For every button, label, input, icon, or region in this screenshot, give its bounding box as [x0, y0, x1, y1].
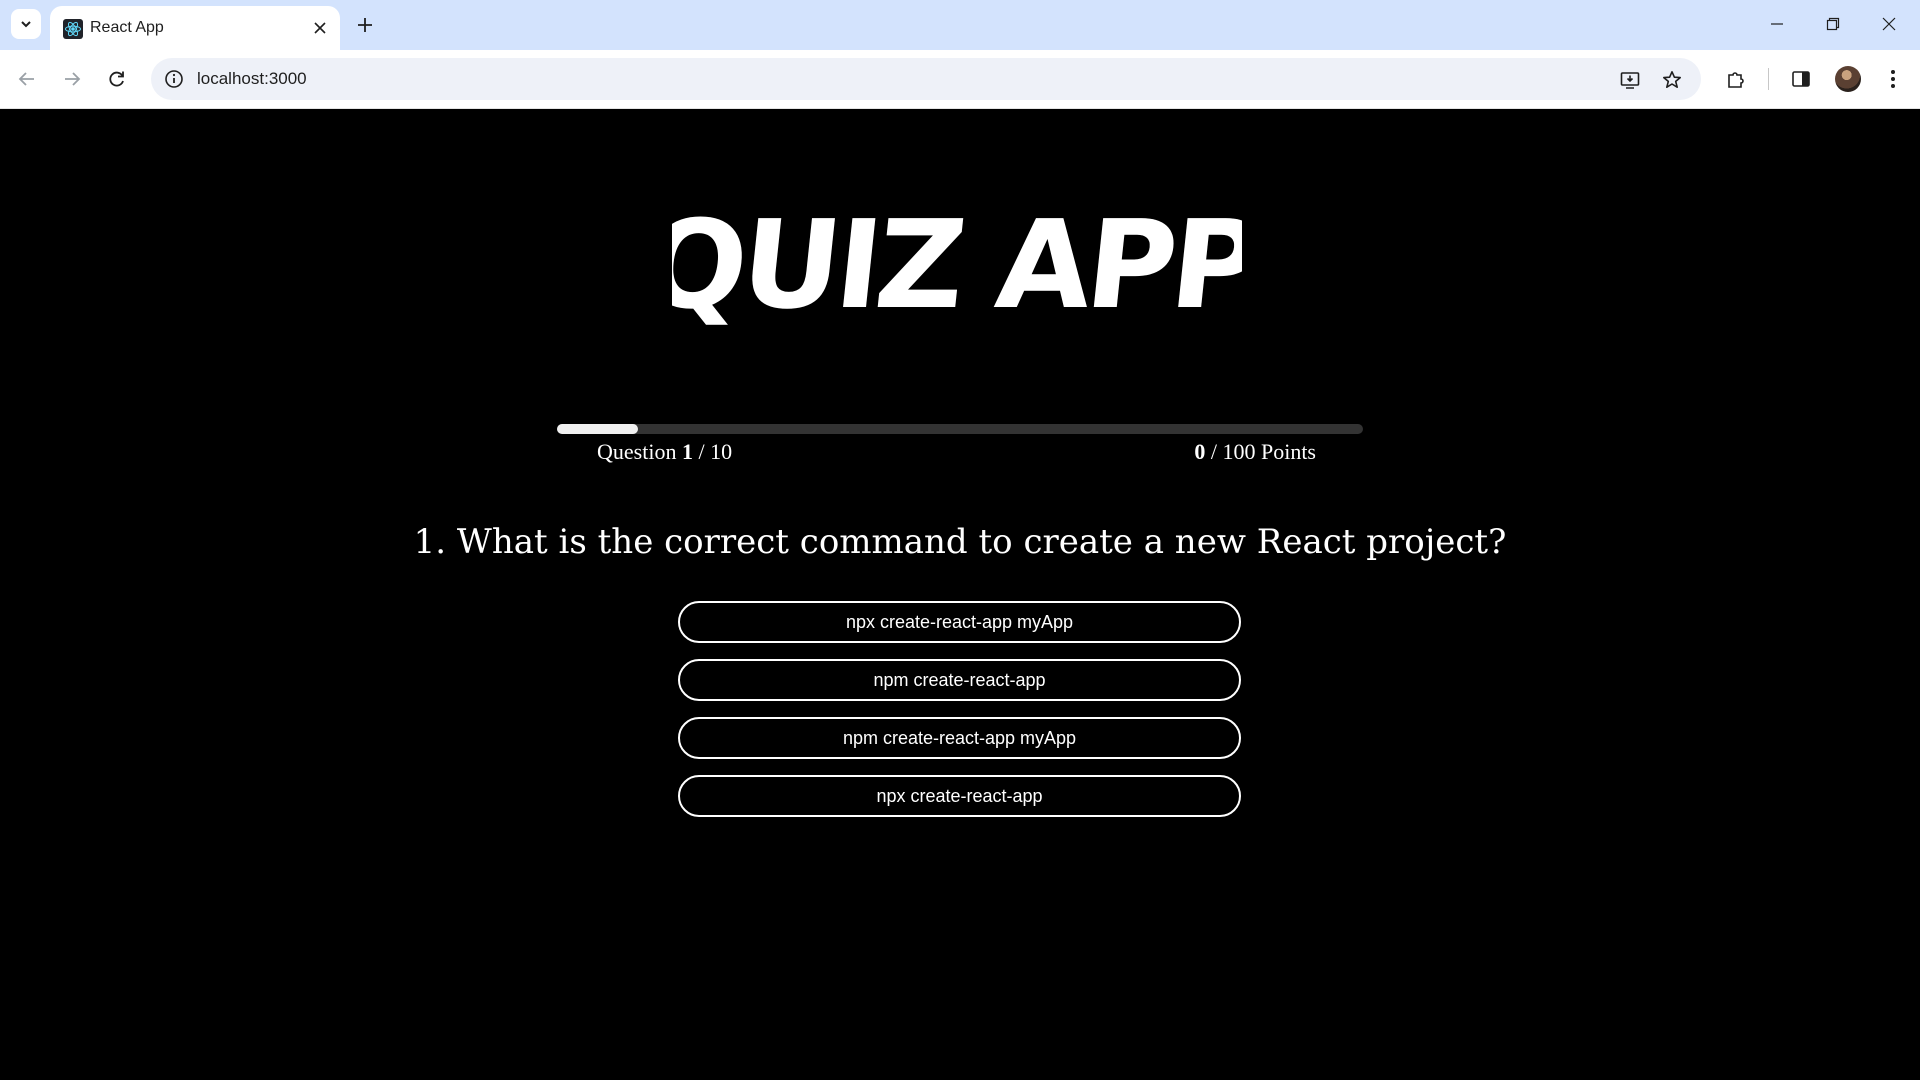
forward-arrow-icon — [65, 72, 81, 86]
restore-icon — [1826, 17, 1840, 31]
close-window-button[interactable] — [1866, 8, 1912, 40]
url-text[interactable]: localhost:3000 — [197, 69, 307, 89]
answer-list: npx create-react-app myApp npm create-re… — [678, 601, 1241, 833]
profile-avatar[interactable] — [1835, 66, 1861, 92]
points-counter: 0 / 100 Points — [1194, 439, 1316, 465]
new-tab-button[interactable] — [351, 11, 379, 39]
reload-icon — [109, 71, 124, 87]
answer-option-3[interactable]: npm create-react-app myApp — [678, 717, 1241, 759]
question-counter: Question 1 / 10 — [597, 439, 732, 465]
tab-close-button[interactable] — [308, 16, 332, 40]
close-icon — [1882, 17, 1896, 31]
svg-text:QUIZ APP: QUIZ APP — [672, 195, 1242, 325]
toolbar-divider — [1768, 68, 1769, 90]
quiz-progress-bar — [557, 424, 1363, 434]
puzzle-icon — [1728, 72, 1744, 88]
plus-icon — [358, 18, 372, 32]
points-current: 0 — [1194, 439, 1206, 464]
minimize-icon — [1771, 23, 1783, 25]
browser-tab[interactable]: React App — [50, 6, 340, 50]
browser-menu-button[interactable] — [1877, 63, 1909, 95]
close-icon — [314, 22, 326, 34]
points-total: / 100 Points — [1205, 439, 1316, 464]
side-panel-icon — [1792, 71, 1810, 87]
browser-toolbar: localhost:3000 — [0, 50, 1920, 109]
info-icon[interactable] — [163, 68, 185, 90]
reload-button[interactable] — [100, 62, 134, 96]
extensions-button[interactable] — [1720, 63, 1752, 95]
quiz-app-logo: QUIZ APP — [672, 195, 1242, 325]
bookmark-button[interactable] — [1658, 66, 1686, 94]
chevron-down-icon — [21, 21, 31, 28]
star-icon — [1663, 71, 1681, 88]
install-app-icon — [1620, 72, 1640, 89]
forward-button[interactable] — [55, 62, 89, 96]
kebab-menu-icon — [1891, 70, 1895, 88]
answer-option-4[interactable]: npx create-react-app — [678, 775, 1241, 817]
restore-button[interactable] — [1810, 8, 1856, 40]
question-total: / 10 — [692, 439, 733, 464]
address-bar[interactable]: localhost:3000 — [151, 58, 1701, 100]
question-current-number: 1 — [681, 439, 693, 464]
back-button[interactable] — [10, 62, 44, 96]
install-app-button[interactable] — [1616, 66, 1644, 94]
answer-option-1[interactable]: npx create-react-app myApp — [678, 601, 1241, 643]
react-icon — [63, 19, 83, 39]
question-text: 1. What is the correct command to create… — [413, 522, 1507, 562]
side-panel-button[interactable] — [1785, 63, 1817, 95]
back-arrow-icon — [18, 72, 34, 86]
quiz-progress-fill — [557, 424, 638, 434]
browser-tab-bar: React App — [0, 0, 1920, 50]
quiz-page: QUIZ APP Question 1 / 10 0 / 100 Points … — [0, 109, 1920, 1080]
answer-option-2[interactable]: npm create-react-app — [678, 659, 1241, 701]
tab-title: React App — [90, 19, 164, 36]
question-counter-label: Question — [597, 439, 677, 464]
minimize-button[interactable] — [1754, 8, 1800, 40]
tab-list-button[interactable] — [11, 9, 41, 39]
